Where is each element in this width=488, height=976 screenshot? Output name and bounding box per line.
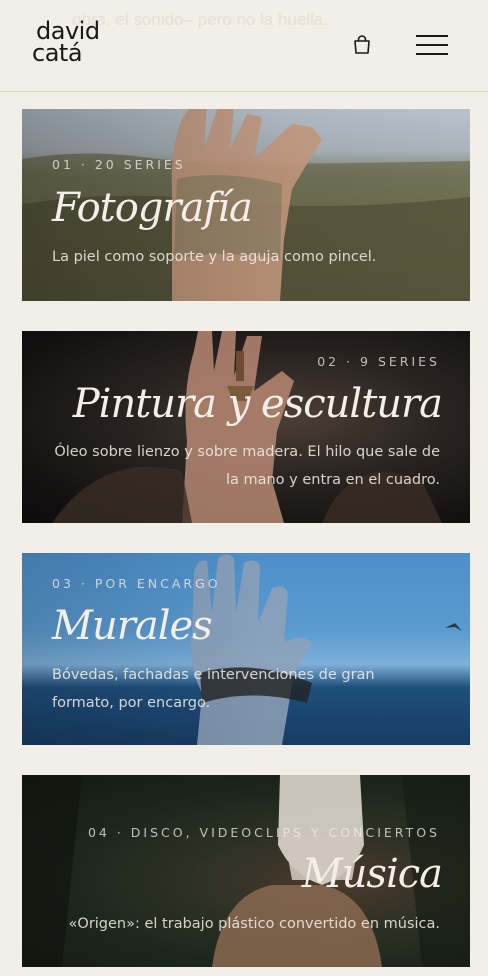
card-title: Murales <box>52 603 213 649</box>
card-description-line: Óleo sobre lienzo y sobre madera. El hil… <box>54 444 440 460</box>
card-description: La piel como soporte y la aguja como pin… <box>52 249 377 265</box>
menu-icon[interactable] <box>416 33 448 57</box>
card-description-line: la mano y entra en el cuadro. <box>225 472 440 488</box>
card-meta: 03 · POR ENCARGO <box>52 576 221 591</box>
card-description-line: Bóvedas, fachadas e intervenciones de gr… <box>52 667 375 683</box>
logo-line-2: catá <box>32 39 83 67</box>
card-meta: 04 · DISCO, VIDEOCLIPS Y CONCIERTOS <box>87 825 440 840</box>
card-title: Música <box>301 851 443 897</box>
card-description: Bóvedas, fachadas e intervenciones de gr… <box>52 661 452 717</box>
site-logo[interactable]: david catá <box>32 19 122 70</box>
card-meta: 02 · 9 SERIES <box>317 354 440 369</box>
category-card-fotografia[interactable]: 01 · 20 SERIES Fotografía La piel como s… <box>22 109 470 301</box>
category-card-musica[interactable]: 04 · DISCO, VIDEOCLIPS Y CONCIERTOS Músi… <box>22 775 470 967</box>
cart-icon[interactable] <box>351 34 373 56</box>
category-card-murales[interactable]: 03 · POR ENCARGO Murales Bóvedas, fachad… <box>22 553 470 745</box>
category-card-pintura-escultura[interactable]: 02 · 9 SERIES Pintura y escultura Óleo s… <box>22 331 470 523</box>
card-meta: 01 · 20 SERIES <box>52 157 186 172</box>
card-title: Pintura y escultura <box>72 381 443 427</box>
card-description-line: formato, por encargo. <box>52 695 211 711</box>
card-description: Óleo sobre lienzo y sobre madera. El hil… <box>40 438 440 494</box>
card-description: «Origen»: el trabajo plástico convertido… <box>68 916 440 932</box>
card-title: Fotografía <box>52 185 253 231</box>
site-header: obra, el sonido– pero no la huella. davi… <box>0 0 488 92</box>
